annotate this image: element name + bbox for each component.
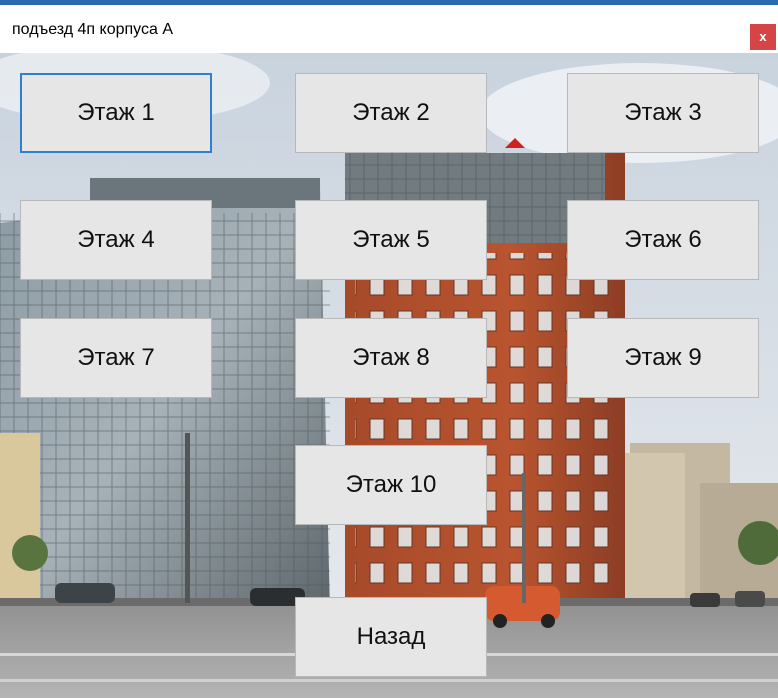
floor-9-button[interactable]: Этаж 9 (567, 318, 759, 398)
back-button[interactable]: Назад (295, 597, 487, 677)
floor-3-button[interactable]: Этаж 3 (567, 73, 759, 153)
close-button[interactable]: x (750, 24, 776, 50)
floor-4-button[interactable]: Этаж 4 (20, 200, 212, 280)
floor-7-button[interactable]: Этаж 7 (20, 318, 212, 398)
title-bar: подъезд 4п корпуса А x (0, 5, 778, 53)
floor-10-button[interactable]: Этаж 10 (295, 445, 487, 525)
floor-8-button[interactable]: Этаж 8 (295, 318, 487, 398)
window-title: подъезд 4п корпуса А (12, 21, 173, 38)
floor-6-button[interactable]: Этаж 6 (567, 200, 759, 280)
floor-2-button[interactable]: Этаж 2 (295, 73, 487, 153)
floor-5-button[interactable]: Этаж 5 (295, 200, 487, 280)
floor-1-button[interactable]: Этаж 1 (20, 73, 212, 153)
